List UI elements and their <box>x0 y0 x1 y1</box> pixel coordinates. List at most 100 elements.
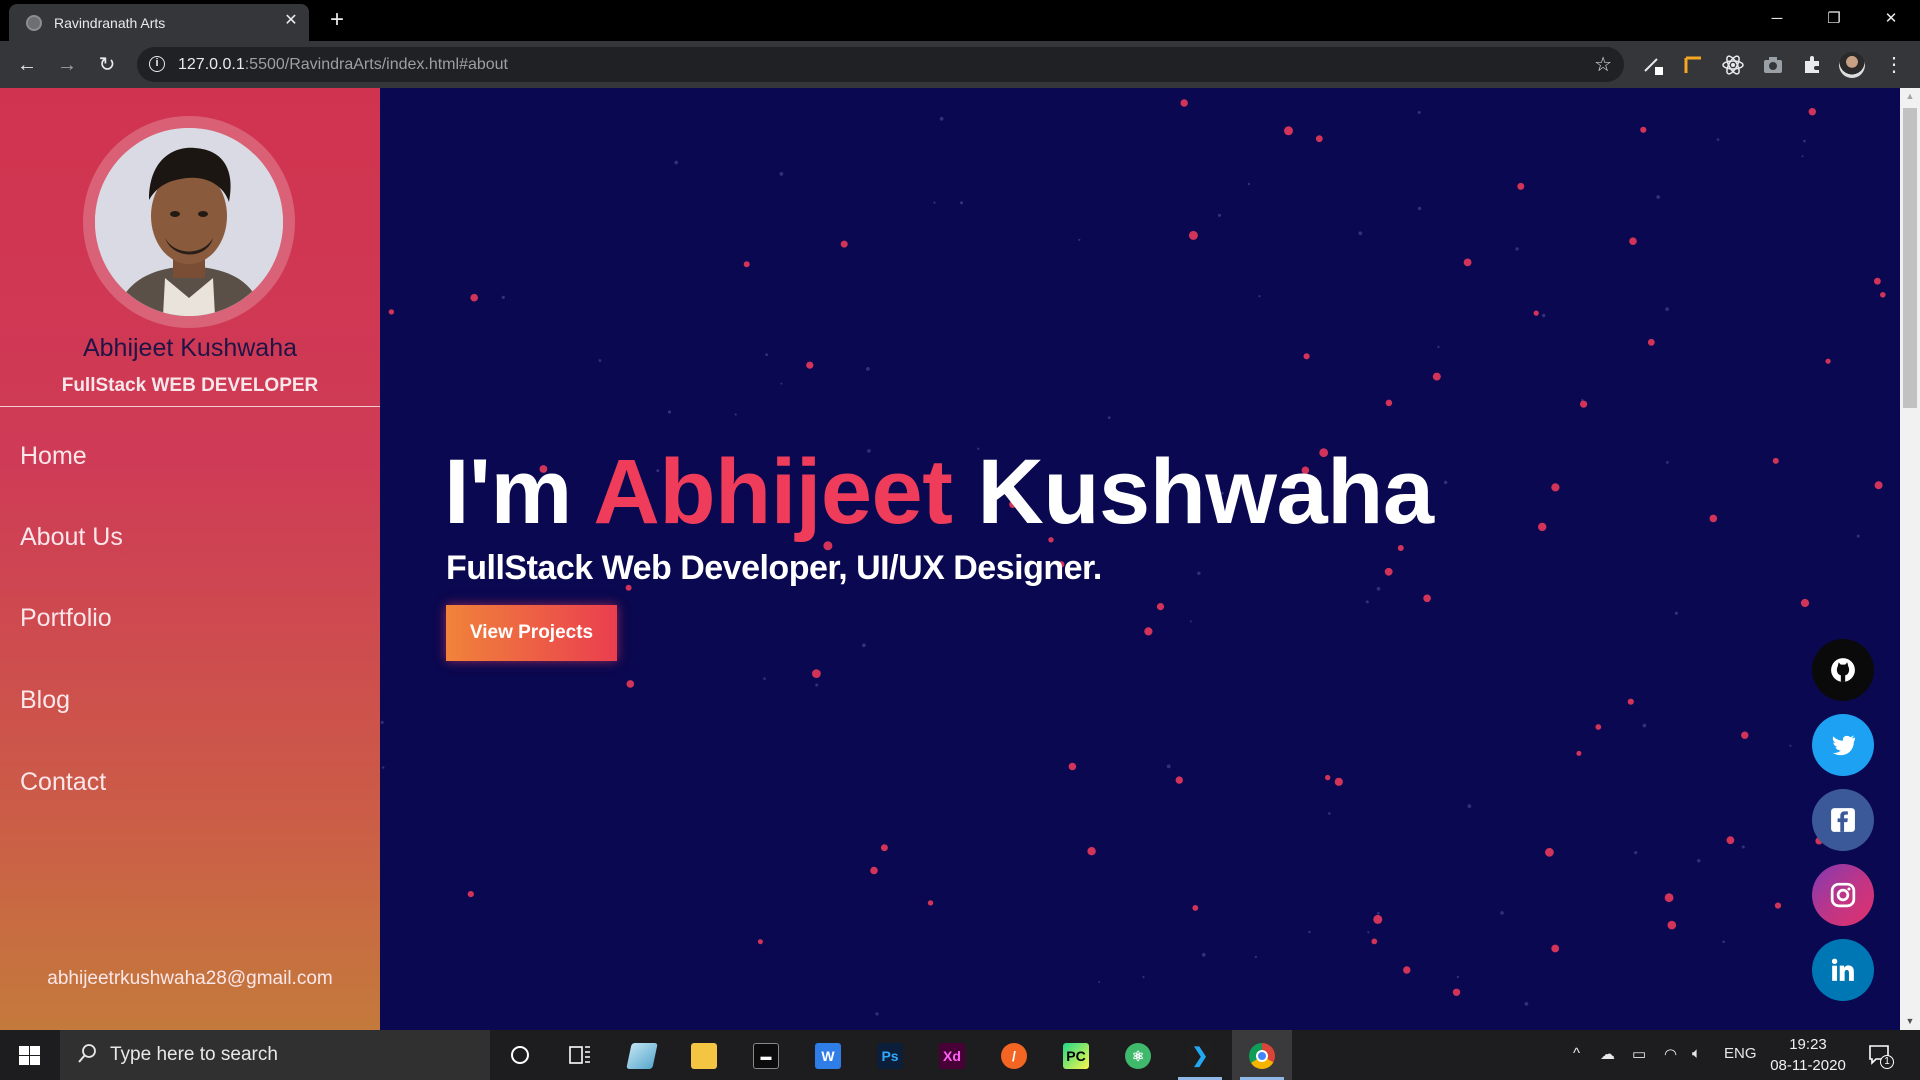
browser-tab[interactable]: Ravindranath Arts ✕ <box>9 4 309 41</box>
scroll-thumb[interactable] <box>1903 108 1917 408</box>
particle-dot <box>1217 213 1222 217</box>
photoshop-icon: Ps <box>877 1043 903 1069</box>
twitter-button[interactable] <box>1812 714 1874 776</box>
particle-dot <box>870 866 878 875</box>
particle-dot <box>1201 952 1206 957</box>
particle-dot <box>1467 804 1472 808</box>
extension-react-icon[interactable] <box>1721 53 1745 77</box>
restore-button[interactable]: ❐ <box>1806 0 1862 38</box>
show-hidden-icons-chevron-icon[interactable]: ^ <box>1573 1045 1580 1062</box>
windows-start-icon[interactable] <box>19 1046 40 1065</box>
taskbar-clock[interactable]: 19:23 08-11-2020 <box>1764 1034 1852 1076</box>
particle-dot <box>1384 567 1393 576</box>
input-language[interactable]: ENG <box>1724 1045 1757 1062</box>
close-window-button[interactable]: ✕ <box>1863 0 1919 38</box>
facebook-button[interactable] <box>1812 789 1874 851</box>
minimize-button[interactable]: ─ <box>1749 0 1805 38</box>
particle-dot <box>1423 594 1431 603</box>
nav-about-us[interactable]: About Us <box>20 523 123 552</box>
particle-dot <box>1284 126 1293 136</box>
particle-dot <box>598 359 602 362</box>
extension-camera-icon[interactable] <box>1761 53 1785 77</box>
taskbar-app-terminal[interactable]: ▬ <box>736 1030 796 1080</box>
scroll-up-arrow-icon[interactable]: ▲ <box>1900 88 1920 105</box>
taskbar-app-pycharm[interactable]: PC <box>1046 1030 1106 1080</box>
contact-email[interactable]: abhijeetrkushwaha28@gmail.com <box>0 968 380 990</box>
extension-pen-icon[interactable] <box>1641 53 1665 77</box>
particle-dot <box>1397 545 1404 551</box>
cloud-sync-icon[interactable]: ☁ <box>1600 1045 1615 1063</box>
particle-dot <box>1803 139 1806 143</box>
particle-dot <box>1726 836 1735 845</box>
taskbar-app-chrome[interactable] <box>1232 1030 1292 1080</box>
particle-dot <box>1303 353 1310 360</box>
particle-dot <box>1443 480 1448 485</box>
search-icon <box>78 1044 96 1063</box>
instagram-button[interactable] <box>1812 864 1874 926</box>
taskbar-app-wps[interactable]: W <box>798 1030 858 1080</box>
particle-dot <box>1334 777 1343 786</box>
nav-home[interactable]: Home <box>20 442 87 471</box>
task-view-icon <box>569 1046 590 1064</box>
taskbar-app-vscode[interactable]: ❯ <box>1170 1030 1230 1080</box>
twitter-icon <box>1832 735 1855 756</box>
particle-dot <box>1175 776 1184 784</box>
wifi-icon[interactable]: ◠ <box>1664 1045 1677 1063</box>
taskbar-app-atom[interactable]: ⚛ <box>1108 1030 1168 1080</box>
volume-icon[interactable]: 🔈︎ <box>1692 1045 1701 1062</box>
battery-icon[interactable]: ▭ <box>1632 1045 1646 1063</box>
particle-dot <box>1517 182 1525 190</box>
taskbar-search-box[interactable]: Type here to search <box>60 1030 490 1080</box>
taskbar-app-xd[interactable]: Xd <box>922 1030 982 1080</box>
nav-blog[interactable]: Blog <box>20 686 70 715</box>
action-center-button[interactable]: 1 <box>1868 1043 1894 1069</box>
avatar <box>95 128 283 316</box>
taskbar-app-photoshop[interactable]: Ps <box>860 1030 920 1080</box>
particle-dot <box>1358 231 1363 236</box>
task-view-button[interactable] <box>550 1030 610 1080</box>
particle-dot <box>1087 847 1096 856</box>
taskbar-app-file-explorer[interactable] <box>674 1030 734 1080</box>
close-tab-icon[interactable]: ✕ <box>281 11 301 31</box>
forward-button[interactable]: → <box>53 51 81 79</box>
browser-menu-icon[interactable]: ⋮ <box>1882 53 1906 77</box>
particle-dot <box>1156 603 1165 611</box>
particle-dot <box>1515 247 1519 251</box>
search-placeholder: Type here to search <box>110 1044 278 1065</box>
particle-dot <box>1674 611 1678 615</box>
bookmark-star-icon[interactable]: ☆ <box>1594 52 1612 77</box>
back-button[interactable]: ← <box>13 51 41 79</box>
profile-avatar[interactable] <box>1839 52 1865 78</box>
extension-ruler-icon[interactable] <box>1681 53 1705 77</box>
particle-dot <box>1538 522 1547 532</box>
address-bar[interactable]: i 127.0.0.1:5500/RavindraArts/index.html… <box>137 47 1624 82</box>
profile-name: Abhijeet Kushwaha <box>82 334 298 362</box>
taskbar-app-brackets[interactable]: / <box>984 1030 1044 1080</box>
cortana-button[interactable] <box>490 1030 550 1080</box>
linkedin-button[interactable] <box>1812 939 1874 1001</box>
hero-title: I'm Abhijeet Kushwaha <box>444 440 1434 545</box>
github-button[interactable] <box>1812 639 1874 701</box>
particle-dot <box>1328 812 1331 815</box>
nav-portfolio[interactable]: Portfolio <box>20 604 112 633</box>
particle-dot <box>1856 534 1860 538</box>
terminal-icon: ▬ <box>753 1043 779 1069</box>
page-scrollbar[interactable]: ▲ ▼ <box>1900 88 1920 1030</box>
particle-dot <box>1325 774 1331 781</box>
scroll-down-arrow-icon[interactable]: ▼ <box>1900 1013 1920 1030</box>
taskbar-app-notes[interactable] <box>612 1030 672 1080</box>
hero-last-name: Kushwaha <box>977 441 1434 543</box>
particle-dot <box>1247 182 1251 186</box>
reload-button[interactable]: ↻ <box>93 51 121 79</box>
particle-dot <box>1500 911 1504 915</box>
site-info-icon[interactable]: i <box>149 56 165 72</box>
new-tab-button[interactable]: + <box>323 6 351 34</box>
particle-dot <box>1789 744 1792 747</box>
particle-dot <box>1315 135 1323 143</box>
extensions-puzzle-icon[interactable] <box>1801 53 1825 77</box>
sidebar-divider <box>0 406 380 407</box>
particle-dot <box>1800 598 1810 608</box>
view-projects-button[interactable]: View Projects <box>446 605 617 661</box>
nav-contact[interactable]: Contact <box>20 768 106 797</box>
particle-dot <box>467 891 474 898</box>
